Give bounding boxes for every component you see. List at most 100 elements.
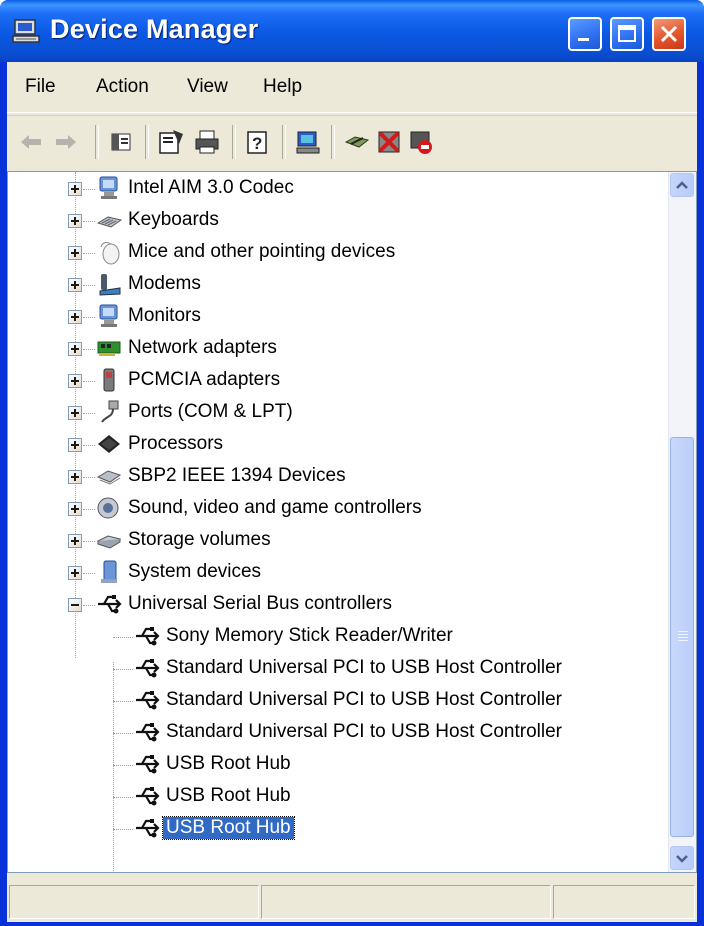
close-icon bbox=[660, 25, 678, 43]
tree-node-sound[interactable]: Sound, video and game controllers bbox=[8, 494, 668, 524]
forward-icon[interactable] bbox=[52, 128, 80, 156]
back-icon[interactable] bbox=[17, 128, 45, 156]
grip-line bbox=[678, 637, 688, 638]
tree-node-ports[interactable]: Ports (COM & LPT) bbox=[8, 398, 668, 428]
tree-node-label: SBP2 IEEE 1394 Devices bbox=[128, 465, 346, 486]
tree-node-label: Ports (COM & LPT) bbox=[128, 401, 293, 422]
keyboard-icon bbox=[96, 216, 122, 228]
tree-connector bbox=[83, 445, 95, 446]
usb-icon bbox=[136, 723, 160, 742]
tree-node-keyboards[interactable]: Keyboards bbox=[8, 206, 668, 236]
expand-toggle[interactable] bbox=[68, 182, 82, 196]
tree-connector bbox=[113, 733, 133, 734]
expand-toggle[interactable] bbox=[68, 310, 82, 324]
tree-node-label: Storage volumes bbox=[128, 529, 271, 550]
tree-node-label: System devices bbox=[128, 561, 262, 582]
tree-node-label: Universal Serial Bus controllers bbox=[128, 593, 392, 614]
tree-node-label: Standard Universal PCI to USB Host Contr… bbox=[166, 689, 562, 710]
expand-toggle[interactable] bbox=[68, 534, 82, 548]
tree-node-usb-controllers[interactable]: Universal Serial Bus controllers bbox=[8, 590, 668, 620]
tree-node-modems[interactable]: Modems bbox=[8, 270, 668, 300]
disable-icon[interactable] bbox=[407, 128, 435, 156]
expand-toggle[interactable] bbox=[68, 342, 82, 356]
scroll-down-button[interactable] bbox=[670, 846, 694, 870]
tree-connector bbox=[113, 637, 133, 638]
uninstall-icon[interactable] bbox=[375, 128, 403, 156]
help-icon[interactable]: ? bbox=[244, 128, 272, 156]
window-border bbox=[0, 922, 704, 926]
tree-connector bbox=[113, 765, 133, 766]
maximize-button[interactable] bbox=[610, 17, 644, 51]
usb-icon bbox=[136, 787, 160, 806]
expand-toggle[interactable] bbox=[68, 406, 82, 420]
scrollbar-thumb[interactable] bbox=[670, 437, 694, 837]
menu-file[interactable]: File bbox=[25, 76, 56, 98]
usb-icon bbox=[98, 595, 122, 614]
tree-node-usb-child[interactable]: Standard Universal PCI to USB Host Contr… bbox=[8, 654, 668, 684]
expand-toggle[interactable] bbox=[68, 214, 82, 228]
tree-node-mice[interactable]: Mice and other pointing devices bbox=[8, 238, 668, 268]
tree-connector bbox=[83, 573, 95, 574]
tree-node-label: Mice and other pointing devices bbox=[128, 241, 396, 262]
monitor-icon bbox=[99, 176, 118, 199]
tree-node-monitors[interactable]: Monitors bbox=[8, 302, 668, 332]
expand-toggle[interactable] bbox=[68, 374, 82, 388]
usb-icon bbox=[136, 819, 160, 838]
expand-toggle[interactable] bbox=[68, 278, 82, 292]
tree-node-label: USB Root Hub bbox=[166, 753, 291, 774]
tree-node-usb-child[interactable]: USB Root Hub bbox=[8, 750, 668, 780]
mouse-icon bbox=[100, 242, 120, 265]
tree-node-usb-child-selected[interactable]: USB Root Hub bbox=[8, 814, 668, 844]
tree-node-label: Standard Universal PCI to USB Host Contr… bbox=[166, 657, 562, 678]
properties-icon[interactable] bbox=[157, 128, 185, 156]
collapse-toggle[interactable] bbox=[68, 598, 82, 612]
toolbar: ? bbox=[7, 115, 697, 168]
tree-node-pcmcia[interactable]: PCMCIA adapters bbox=[8, 366, 668, 396]
tree-node-usb-child[interactable]: USB Root Hub bbox=[8, 782, 668, 812]
menu-action[interactable]: Action bbox=[96, 76, 149, 98]
close-button[interactable] bbox=[652, 17, 686, 51]
tree-node-system[interactable]: System devices bbox=[8, 558, 668, 588]
print-icon[interactable] bbox=[193, 128, 221, 156]
chevron-down-icon bbox=[676, 855, 688, 863]
tree-node-usb-child[interactable]: Standard Universal PCI to USB Host Contr… bbox=[8, 686, 668, 716]
toolbar-separator bbox=[331, 125, 335, 159]
tree-node-label: Modems bbox=[128, 273, 201, 294]
maximize-icon bbox=[618, 25, 636, 42]
scroll-up-button[interactable] bbox=[670, 173, 694, 197]
tree-connector bbox=[83, 541, 95, 542]
tree-node-storage[interactable]: Storage volumes bbox=[8, 526, 668, 556]
status-panel bbox=[9, 885, 259, 919]
device-tree[interactable]: Intel AIM 3.0 Codec Keyboards Mice and o… bbox=[7, 171, 697, 873]
tree-node-network-adapters[interactable]: Network adapters bbox=[8, 334, 668, 364]
expand-toggle[interactable] bbox=[68, 438, 82, 452]
expand-toggle[interactable] bbox=[68, 502, 82, 516]
tree-connector bbox=[83, 253, 95, 254]
update-driver-icon[interactable] bbox=[343, 128, 371, 156]
minimize-button[interactable] bbox=[568, 17, 602, 51]
tree-node-label: USB Root Hub bbox=[162, 816, 295, 840]
tree-node-label: USB Root Hub bbox=[166, 785, 291, 806]
tree-node-sbp2[interactable]: SBP2 IEEE 1394 Devices bbox=[8, 462, 668, 492]
network-adapter-icon bbox=[97, 341, 121, 356]
toolbar-separator bbox=[95, 125, 99, 159]
expand-toggle[interactable] bbox=[68, 566, 82, 580]
title-bar[interactable]: Device Manager bbox=[0, 0, 704, 62]
scan-hardware-icon[interactable] bbox=[294, 128, 322, 156]
expand-toggle[interactable] bbox=[68, 470, 82, 484]
menu-view[interactable]: View bbox=[187, 76, 228, 98]
tree-node-processors[interactable]: Processors bbox=[8, 430, 668, 460]
show-hide-console-tree-icon[interactable] bbox=[107, 128, 135, 156]
tree-node-intel-aim[interactable]: Intel AIM 3.0 Codec bbox=[8, 174, 668, 204]
tree-node-usb-child[interactable]: Standard Universal PCI to USB Host Contr… bbox=[8, 718, 668, 748]
window-title: Device Manager bbox=[50, 14, 259, 44]
tree-connector bbox=[113, 829, 133, 830]
device-manager-window: Device Manager File Action View Help ? I… bbox=[0, 0, 704, 926]
toolbar-separator bbox=[282, 125, 286, 159]
expand-toggle[interactable] bbox=[68, 246, 82, 260]
menu-help[interactable]: Help bbox=[263, 76, 302, 98]
tree-connector bbox=[113, 701, 133, 702]
sound-icon bbox=[97, 497, 119, 519]
tree-node-usb-child[interactable]: Sony Memory Stick Reader/Writer bbox=[8, 622, 668, 652]
vertical-scrollbar[interactable] bbox=[668, 172, 696, 872]
